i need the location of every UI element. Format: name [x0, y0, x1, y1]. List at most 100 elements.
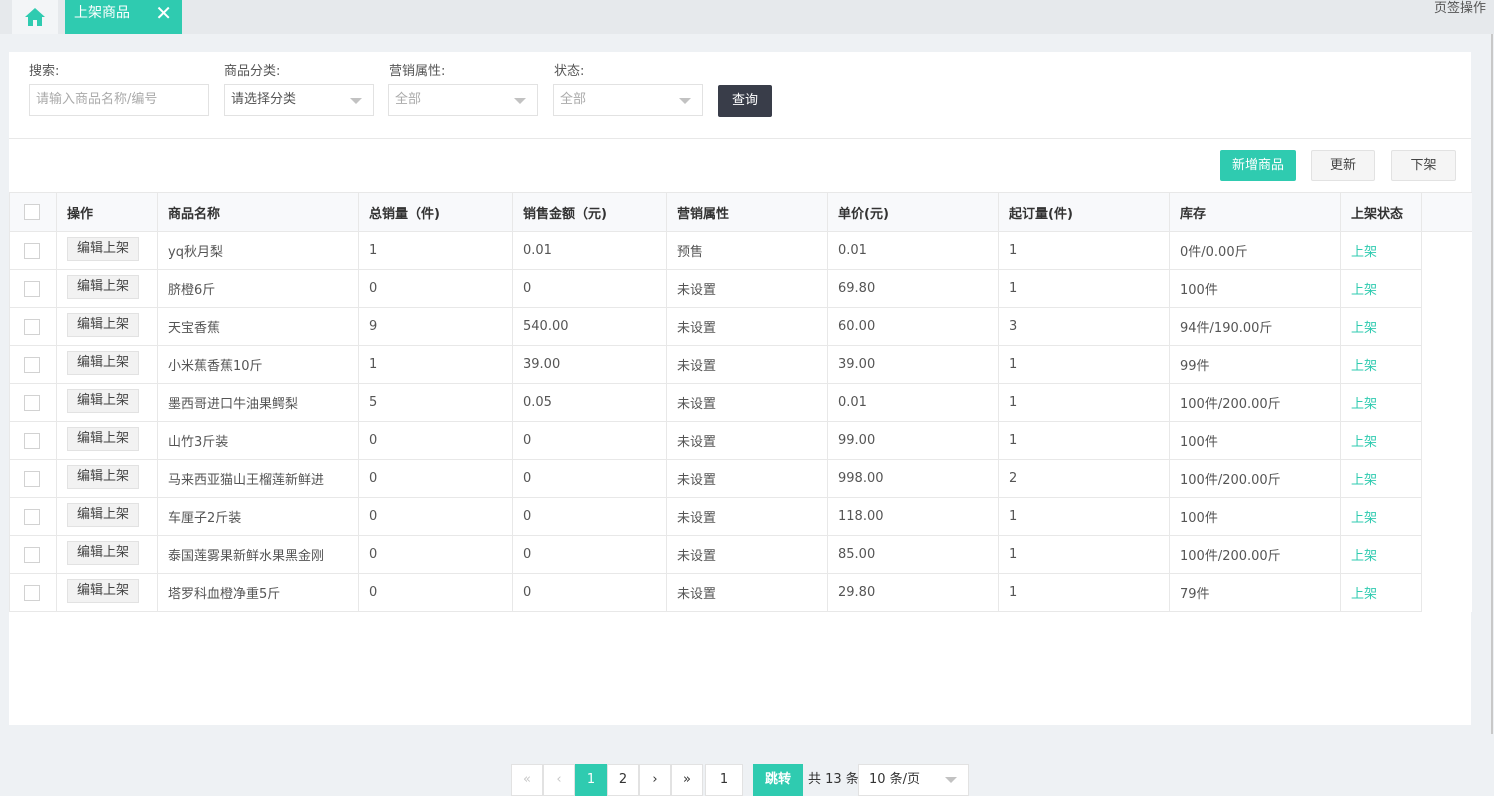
cell-status: 上架	[1340, 573, 1422, 612]
edit-shelf-button[interactable]: 编辑上架	[67, 464, 140, 489]
page-button-2[interactable]: 2	[607, 764, 639, 796]
row-actions-cell: 编辑上架	[56, 497, 158, 536]
tab-on-shelf-products[interactable]: 上架商品 ✕	[65, 0, 182, 34]
shelf-status-link[interactable]: 上架	[1351, 359, 1377, 374]
cell-name: 天宝香蕉	[157, 307, 359, 346]
marketing-select[interactable]: 全部	[388, 84, 538, 116]
home-icon	[25, 8, 45, 26]
page-button-1[interactable]: 1	[575, 764, 607, 796]
cell-stock: 94件/190.00斤	[1169, 307, 1341, 346]
scrollbar[interactable]	[1491, 34, 1493, 734]
tab-operations-menu[interactable]: 页签操作	[1434, 0, 1486, 18]
row-checkbox[interactable]	[24, 280, 40, 297]
edit-shelf-button[interactable]: 编辑上架	[67, 274, 140, 299]
cell-sales: 0	[358, 535, 513, 574]
row-checkbox[interactable]	[24, 356, 40, 373]
cell-sales: 1	[358, 231, 513, 270]
page-size-select[interactable]: 10 条/页	[858, 764, 969, 796]
row-checkbox[interactable]	[24, 584, 40, 601]
close-icon[interactable]: ✕	[155, 1, 172, 25]
edit-shelf-button[interactable]: 编辑上架	[67, 578, 140, 603]
row-checkbox[interactable]	[24, 470, 40, 487]
cell-price: 29.80	[827, 573, 999, 612]
shelf-status-link[interactable]: 上架	[1351, 283, 1377, 298]
row-select-cell	[9, 535, 57, 574]
row-checkbox[interactable]	[24, 546, 40, 563]
cell-marketing: 未设置	[666, 307, 828, 346]
offshelf-button[interactable]: 下架	[1391, 150, 1456, 181]
row-checkbox[interactable]	[24, 242, 40, 259]
row-checkbox[interactable]	[24, 318, 40, 335]
category-select[interactable]: 请选择分类	[224, 84, 374, 116]
cell-amount: 39.00	[512, 345, 667, 384]
shelf-status-link[interactable]: 上架	[1351, 435, 1377, 450]
jump-button[interactable]: 跳转	[753, 764, 803, 796]
status-select[interactable]: 全部	[553, 84, 703, 116]
last-page-button[interactable]: »	[671, 764, 703, 796]
edit-shelf-button[interactable]: 编辑上架	[67, 388, 140, 413]
cell-status: 上架	[1340, 459, 1422, 498]
row-select-cell	[9, 269, 57, 308]
row-filler	[1421, 497, 1472, 536]
table-row: 编辑上架 天宝香蕉 9 540.00 未设置 60.00 3 94件/190.00斤 上架	[9, 307, 1472, 346]
row-actions-cell: 编辑上架	[56, 421, 158, 460]
next-page-button[interactable]: ›	[639, 764, 671, 796]
edit-shelf-button[interactable]: 编辑上架	[67, 502, 140, 527]
update-button[interactable]: 更新	[1311, 150, 1375, 181]
cell-price: 85.00	[827, 535, 999, 574]
edit-shelf-button[interactable]: 编辑上架	[67, 350, 140, 375]
search-input[interactable]: 请输入商品名称/编号	[29, 84, 209, 116]
select-all-cell	[9, 192, 57, 232]
shelf-status-link[interactable]: 上架	[1351, 587, 1377, 602]
table-header-row: 操作 商品名称 总销量（件) 销售金额（元) 营销属性 单价(元) 起订量(件)…	[9, 192, 1472, 232]
cell-sales: 9	[358, 307, 513, 346]
row-filler	[1421, 269, 1472, 308]
query-button[interactable]: 查询	[718, 85, 772, 117]
row-actions-cell: 编辑上架	[56, 231, 158, 270]
first-page-button[interactable]: «	[511, 764, 543, 796]
table-row: 编辑上架 脐橙6斤 0 0 未设置 69.80 1 100件 上架	[9, 269, 1472, 308]
cell-price: 0.01	[827, 383, 999, 422]
cell-amount: 0.01	[512, 231, 667, 270]
header-filler	[1421, 192, 1472, 232]
jump-page-input[interactable]: 1	[705, 764, 743, 796]
cell-price: 39.00	[827, 345, 999, 384]
cell-amount: 0	[512, 573, 667, 612]
cell-price: 998.00	[827, 459, 999, 498]
cell-moq: 1	[998, 231, 1170, 270]
row-actions-cell: 编辑上架	[56, 307, 158, 346]
page-size-value: 10 条/页	[869, 772, 921, 787]
cell-price: 60.00	[827, 307, 999, 346]
row-checkbox[interactable]	[24, 394, 40, 411]
select-all-checkbox[interactable]	[24, 204, 40, 220]
edit-shelf-button[interactable]: 编辑上架	[67, 426, 140, 451]
cell-sales: 0	[358, 459, 513, 498]
edit-shelf-button[interactable]: 编辑上架	[67, 312, 140, 337]
shelf-status-link[interactable]: 上架	[1351, 321, 1377, 336]
add-product-button[interactable]: 新增商品	[1220, 150, 1296, 181]
row-actions-cell: 编辑上架	[56, 459, 158, 498]
table-row: 编辑上架 马来西亚猫山王榴莲新鲜进 0 0 未设置 998.00 2 100件/200.00斤…	[9, 459, 1472, 498]
table-row: 编辑上架 墨西哥进口牛油果鳄梨 5 0.05 未设置 0.01 1 100件/200.00斤上…	[9, 383, 1472, 422]
shelf-status-link[interactable]: 上架	[1351, 473, 1377, 488]
row-actions-cell: 编辑上架	[56, 383, 158, 422]
shelf-status-link[interactable]: 上架	[1351, 245, 1377, 260]
home-tab[interactable]	[12, 0, 58, 34]
shelf-status-link[interactable]: 上架	[1351, 511, 1377, 526]
row-checkbox[interactable]	[24, 508, 40, 525]
marketing-value: 全部	[395, 92, 422, 107]
cell-marketing: 未设置	[666, 345, 828, 384]
marketing-label: 营销属性:	[389, 64, 446, 79]
prev-page-button[interactable]: ‹	[543, 764, 575, 796]
pagination: « ‹ 1 2 › » 1 跳转 共 13 条 10 条/页	[0, 764, 1494, 796]
shelf-status-link[interactable]: 上架	[1351, 549, 1377, 564]
cell-amount: 0	[512, 535, 667, 574]
shelf-status-link[interactable]: 上架	[1351, 397, 1377, 412]
column-header: 总销量（件)	[358, 192, 513, 232]
edit-shelf-button[interactable]: 编辑上架	[67, 540, 140, 565]
edit-shelf-button[interactable]: 编辑上架	[67, 236, 140, 261]
cell-name: 脐橙6斤	[157, 269, 359, 308]
row-checkbox[interactable]	[24, 432, 40, 449]
cell-sales: 0	[358, 269, 513, 308]
table-body: 编辑上架 yq秋月梨 1 0.01 预售 0.01 1 0件/0.00斤 上架 编辑上架 脐橙6斤 0…	[9, 231, 1472, 612]
